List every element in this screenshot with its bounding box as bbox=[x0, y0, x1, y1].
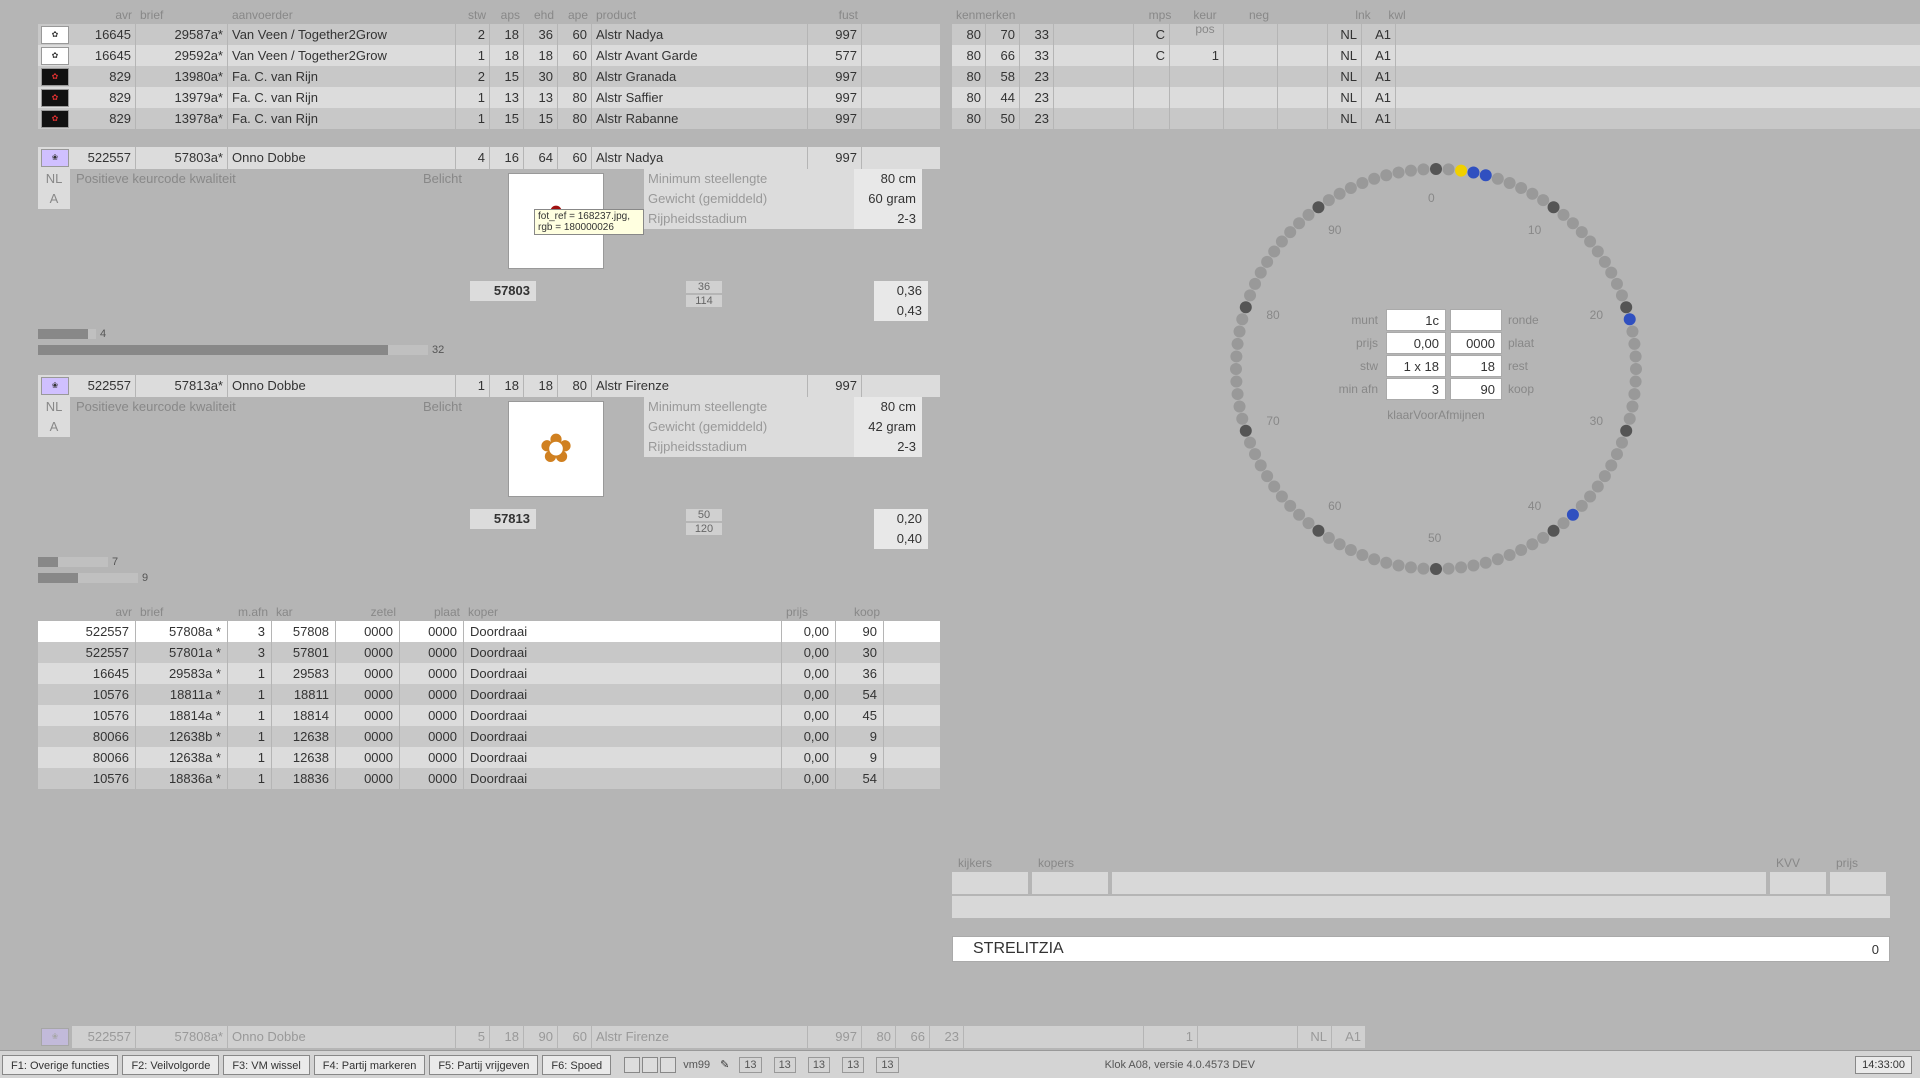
fkey-button[interactable]: F2: Veilvolgorde bbox=[122, 1055, 219, 1075]
fkey-button[interactable]: F3: VM wissel bbox=[223, 1055, 309, 1075]
status-indicator bbox=[624, 1057, 640, 1073]
transaction-row[interactable]: 1664529583a *1 2958300000000 Doordraai0,… bbox=[38, 663, 940, 684]
lot-row[interactable]: ✿ 82913979a*Fa. C. van Rijn 1131380 Alst… bbox=[38, 87, 940, 108]
detail-block-2: ❀ 522557 57813a* Onno Dobbe 1 18 18 80 A… bbox=[38, 375, 940, 585]
bottom-right-stats: kijkers kopers KVV prijs bbox=[952, 856, 1890, 918]
transaction-row[interactable]: 52255757801a *3 5780100000000 Doordraai0… bbox=[38, 642, 940, 663]
fkey-button[interactable]: F4: Partij markeren bbox=[314, 1055, 426, 1075]
transaction-table: avr brief m.afn kar zetel plaat koper pr… bbox=[38, 605, 940, 789]
edit-icon: ✎ bbox=[720, 1058, 729, 1071]
transaction-row[interactable]: 8006612638b *1 1263800000000 Doordraai0,… bbox=[38, 726, 940, 747]
detail-block-1: ❀ 522557 57803a* Onno Dobbe 4 16 64 60 A… bbox=[38, 147, 940, 357]
right-col-headers: kenmerken mps keur pos neg lnk kwl bbox=[952, 8, 1920, 24]
status-bar: F1: Overige functiesF2: VeilvolgordeF3: … bbox=[0, 1050, 1920, 1078]
photo-tooltip: fot_ref = 168237.jpg, rgb = 180000026 bbox=[534, 209, 644, 235]
product-photo: ✿ bbox=[508, 401, 604, 497]
transaction-row[interactable]: 1057618811a *1 1881100000000 Doordraai0,… bbox=[38, 684, 940, 705]
clock-time: 14:33:00 bbox=[1855, 1056, 1912, 1074]
footer-lot-row: ❀ 522557 57808a* Onno Dobbe 5 18 90 60 A… bbox=[38, 1026, 1920, 1048]
fkey-button[interactable]: F1: Overige functies bbox=[2, 1055, 118, 1075]
transaction-row[interactable]: 52255757808a *3 5780800000000 Doordraai0… bbox=[38, 621, 940, 642]
fkey-button[interactable]: F5: Partij vrijgeven bbox=[429, 1055, 538, 1075]
transaction-row[interactable]: 1057618814a *1 1881400000000 Doordraai0,… bbox=[38, 705, 940, 726]
lot-row[interactable]: ✿ 82913978a*Fa. C. van Rijn 1151580 Alst… bbox=[38, 108, 940, 129]
fkey-button[interactable]: F6: Spoed bbox=[542, 1055, 611, 1075]
auction-clock[interactable]: munt1cronde prijs0,000000plaat stw1 x 18… bbox=[1216, 149, 1656, 589]
lot-row[interactable]: ✿ 1664529592a*Van Veen / Together2Grow 1… bbox=[38, 45, 940, 66]
ticker-bar: STRELITZIA 0 bbox=[952, 936, 1890, 962]
clock-center-panel: munt1cronde prijs0,000000plaat stw1 x 18… bbox=[1326, 309, 1546, 422]
transaction-row[interactable]: 8006612638a *1 1263800000000 Doordraai0,… bbox=[38, 747, 940, 768]
lot-row[interactable]: ✿ 82913980a*Fa. C. van Rijn 2153080 Alst… bbox=[38, 66, 940, 87]
transaction-row[interactable]: 1057618836a *1 1883600000000 Doordraai0,… bbox=[38, 768, 940, 789]
grower-icon: ❀ bbox=[38, 147, 72, 168]
lot-row[interactable]: ✿ 1664529587a*Van Veen / Together2Grow 2… bbox=[38, 24, 940, 45]
top-col-headers: avr brief aanvoerder stw aps ehd ape pro… bbox=[38, 8, 940, 24]
